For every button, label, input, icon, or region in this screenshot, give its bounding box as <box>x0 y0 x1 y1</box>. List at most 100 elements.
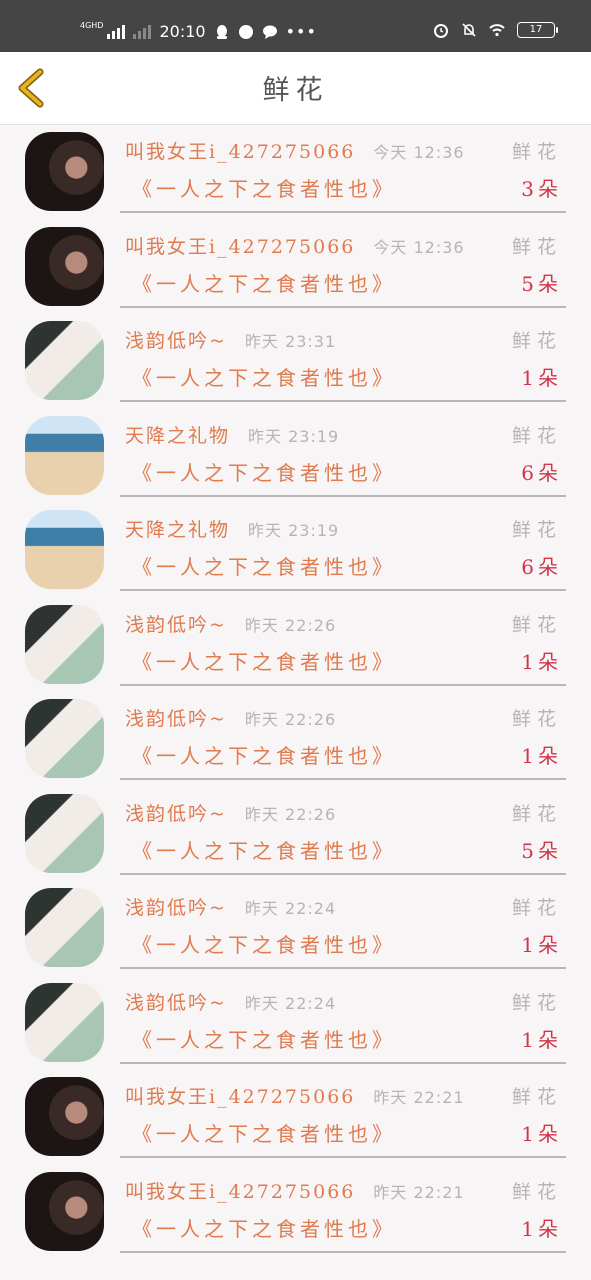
avatar[interactable] <box>25 132 104 211</box>
record-content: 叫我女王i_427275066 昨天 22:21 鲜花 《一人之下之食者性也》 1朵 <box>120 1070 566 1158</box>
sender-name[interactable]: 浅韵低吟~ <box>125 610 227 637</box>
record-time: 昨天 22:26 <box>244 804 337 824</box>
avatar[interactable] <box>25 982 104 1062</box>
record-time: 昨天 23:19 <box>248 426 340 446</box>
flower-record-list[interactable]: 叫我女王i_427275066 今天 12:36 鲜花 《一人之下之食者性也》 3朵 叫我… <box>0 125 591 1259</box>
sender-name[interactable]: 叫我女王i_427275066 <box>125 1082 355 1109</box>
gift-count: 1朵 <box>521 1216 562 1241</box>
gift-count: 5朵 <box>521 271 562 296</box>
sender-name[interactable]: 浅韵低吟~ <box>125 988 227 1015</box>
list-item[interactable]: 叫我女王i_427275066 今天 12:36 鲜花 《一人之下之食者性也》 3朵 <box>0 125 591 220</box>
list-item[interactable]: 叫我女王i_427275066 昨天 22:21 鲜花 《一人之下之食者性也》 1朵 <box>0 1070 591 1165</box>
chat-icon <box>262 25 277 39</box>
avatar[interactable] <box>25 888 104 967</box>
record-header: 叫我女王i_427275066 今天 12:36 <box>125 232 465 259</box>
avatar[interactable] <box>25 604 104 684</box>
sender-name[interactable]: 浅韵低吟~ <box>125 893 227 920</box>
record-header: 天降之礼物 昨天 23:19 <box>125 515 339 542</box>
list-item[interactable]: 叫我女王i_427275066 今天 12:36 鲜花《一人之下之食者性也》 5朵 <box>0 220 591 315</box>
gift-type: 鲜花 <box>511 802 562 825</box>
avatar[interactable] <box>25 1077 104 1156</box>
record-content: 浅韵低吟~ 昨天 22:26 鲜花 《一人之下之食者性也》 5朵 <box>120 787 566 875</box>
more-icon: ••• <box>285 22 317 41</box>
list-item[interactable]: 叫我女王i_427275066 昨天 22:21 鲜花《一人之下之食者性也》 1朵 <box>0 1165 591 1260</box>
book-title[interactable]: 《一人之下之食者性也》 <box>132 1118 396 1147</box>
record-header: 浅韵低吟~ 昨天 22:24 <box>125 988 336 1015</box>
app-header: 鲜花 <box>0 52 591 125</box>
gift-type: 鲜花 <box>511 1180 562 1203</box>
gift-type: 鲜花 <box>511 897 562 919</box>
record-time: 昨天 22:21 <box>373 1088 465 1107</box>
book-title[interactable]: 《一人之下之食者性也》 <box>132 740 396 769</box>
record-header: 浅韵低吟~ 昨天 22:26 <box>125 704 336 731</box>
sender-name[interactable]: 浅韵低吟~ <box>125 326 227 353</box>
status-bar: 4GHD 20:10 ••• 17 <box>0 0 591 52</box>
record-header: 天降之礼物 昨天 23:19 <box>125 421 339 448</box>
record-content: 浅韵低吟~ 昨天 22:24 鲜花《一人之下之食者性也》 1朵 <box>120 881 566 969</box>
record-header: 浅韵低吟~ 昨天 22:26 <box>125 799 336 826</box>
book-title[interactable]: 《一人之下之食者性也》 <box>132 173 396 202</box>
record-time: 今天 12:36 <box>373 143 465 162</box>
record-time: 昨天 22:24 <box>244 993 337 1013</box>
list-item[interactable]: 浅韵低吟~ 昨天 23:31 鲜花 《一人之下之食者性也》 1朵 <box>0 314 591 409</box>
record-content: 天降之礼物 昨天 23:19 鲜花 《一人之下之食者性也》 6朵 <box>120 409 566 497</box>
sender-name[interactable]: 叫我女王i_427275066 <box>125 1177 355 1204</box>
sender-name[interactable]: 天降之礼物 <box>125 421 230 448</box>
record-time: 昨天 22:21 <box>373 1182 465 1202</box>
list-item[interactable]: 天降之礼物 昨天 23:19 鲜花 《一人之下之食者性也》 6朵 <box>0 503 591 598</box>
list-item[interactable]: 浅韵低吟~ 昨天 22:26 鲜花 《一人之下之食者性也》 1朵 <box>0 692 591 787</box>
avatar[interactable] <box>25 510 104 589</box>
avatar[interactable] <box>25 793 104 873</box>
book-title[interactable]: 《一人之下之食者性也》 <box>132 551 396 580</box>
record-time: 昨天 23:31 <box>244 332 337 351</box>
list-item[interactable]: 天降之礼物 昨天 23:19 鲜花 《一人之下之食者性也》 6朵 <box>0 409 591 504</box>
list-item[interactable]: 浅韵低吟~ 昨天 22:26 鲜花《一人之下之食者性也》 1朵 <box>0 598 591 693</box>
record-content: 浅韵低吟~ 昨天 22:26 鲜花《一人之下之食者性也》 1朵 <box>120 598 566 686</box>
record-time: 昨天 22:24 <box>244 899 337 918</box>
gift-type: 鲜花 <box>511 519 562 541</box>
book-title[interactable]: 《一人之下之食者性也》 <box>132 268 396 297</box>
book-title[interactable]: 《一人之下之食者性也》 <box>132 929 396 958</box>
book-title[interactable]: 《一人之下之食者性也》 <box>132 646 396 675</box>
avatar[interactable] <box>25 226 104 306</box>
alarm-icon <box>434 24 448 38</box>
signal-2-icon <box>133 24 152 39</box>
book-title[interactable]: 《一人之下之食者性也》 <box>132 835 396 864</box>
list-item[interactable]: 浅韵低吟~ 昨天 22:24 鲜花《一人之下之食者性也》 1朵 <box>0 976 591 1071</box>
record-header: 叫我女王i_427275066 昨天 22:21 <box>125 1082 465 1109</box>
sender-name[interactable]: 叫我女王i_427275066 <box>125 232 355 259</box>
record-time: 昨天 22:26 <box>244 615 337 635</box>
network-type: 4GHD <box>80 20 104 30</box>
gift-count: 1朵 <box>521 933 562 957</box>
gift-type: 鲜花 <box>511 613 562 636</box>
record-header: 浅韵低吟~ 昨天 22:24 <box>125 893 336 920</box>
record-header: 叫我女王i_427275066 今天 12:36 <box>125 137 465 164</box>
record-header: 叫我女王i_427275066 昨天 22:21 <box>125 1177 465 1204</box>
book-title[interactable]: 《一人之下之食者性也》 <box>132 1024 396 1053</box>
list-item[interactable]: 浅韵低吟~ 昨天 22:26 鲜花 《一人之下之食者性也》 5朵 <box>0 787 591 882</box>
compass-icon <box>238 24 253 39</box>
record-content: 叫我女王i_427275066 今天 12:36 鲜花 《一人之下之食者性也》 3朵 <box>120 125 566 213</box>
book-title[interactable]: 《一人之下之食者性也》 <box>132 1213 396 1242</box>
signal-icon <box>107 24 126 39</box>
gift-count: 1朵 <box>521 1027 562 1052</box>
gift-count: 1朵 <box>521 649 562 674</box>
gift-type: 鲜花 <box>511 235 562 258</box>
list-item[interactable]: 浅韵低吟~ 昨天 22:24 鲜花《一人之下之食者性也》 1朵 <box>0 881 591 976</box>
sender-name[interactable]: 浅韵低吟~ <box>125 799 227 826</box>
avatar[interactable] <box>25 1171 104 1251</box>
sender-name[interactable]: 天降之礼物 <box>125 515 230 542</box>
gift-type: 鲜花 <box>511 424 562 447</box>
mute-bell-icon <box>462 23 476 37</box>
avatar[interactable] <box>25 699 104 778</box>
avatar[interactable] <box>25 321 104 400</box>
sender-name[interactable]: 浅韵低吟~ <box>125 704 227 731</box>
sender-name[interactable]: 叫我女王i_427275066 <box>125 137 355 164</box>
book-title[interactable]: 《一人之下之食者性也》 <box>132 457 396 486</box>
book-title[interactable]: 《一人之下之食者性也》 <box>132 362 396 391</box>
gift-count: 1朵 <box>521 366 562 390</box>
gift-type: 鲜花 <box>511 991 562 1014</box>
record-header: 浅韵低吟~ 昨天 22:26 <box>125 610 336 637</box>
avatar[interactable] <box>25 415 104 495</box>
gift-type: 鲜花 <box>511 1086 562 1108</box>
